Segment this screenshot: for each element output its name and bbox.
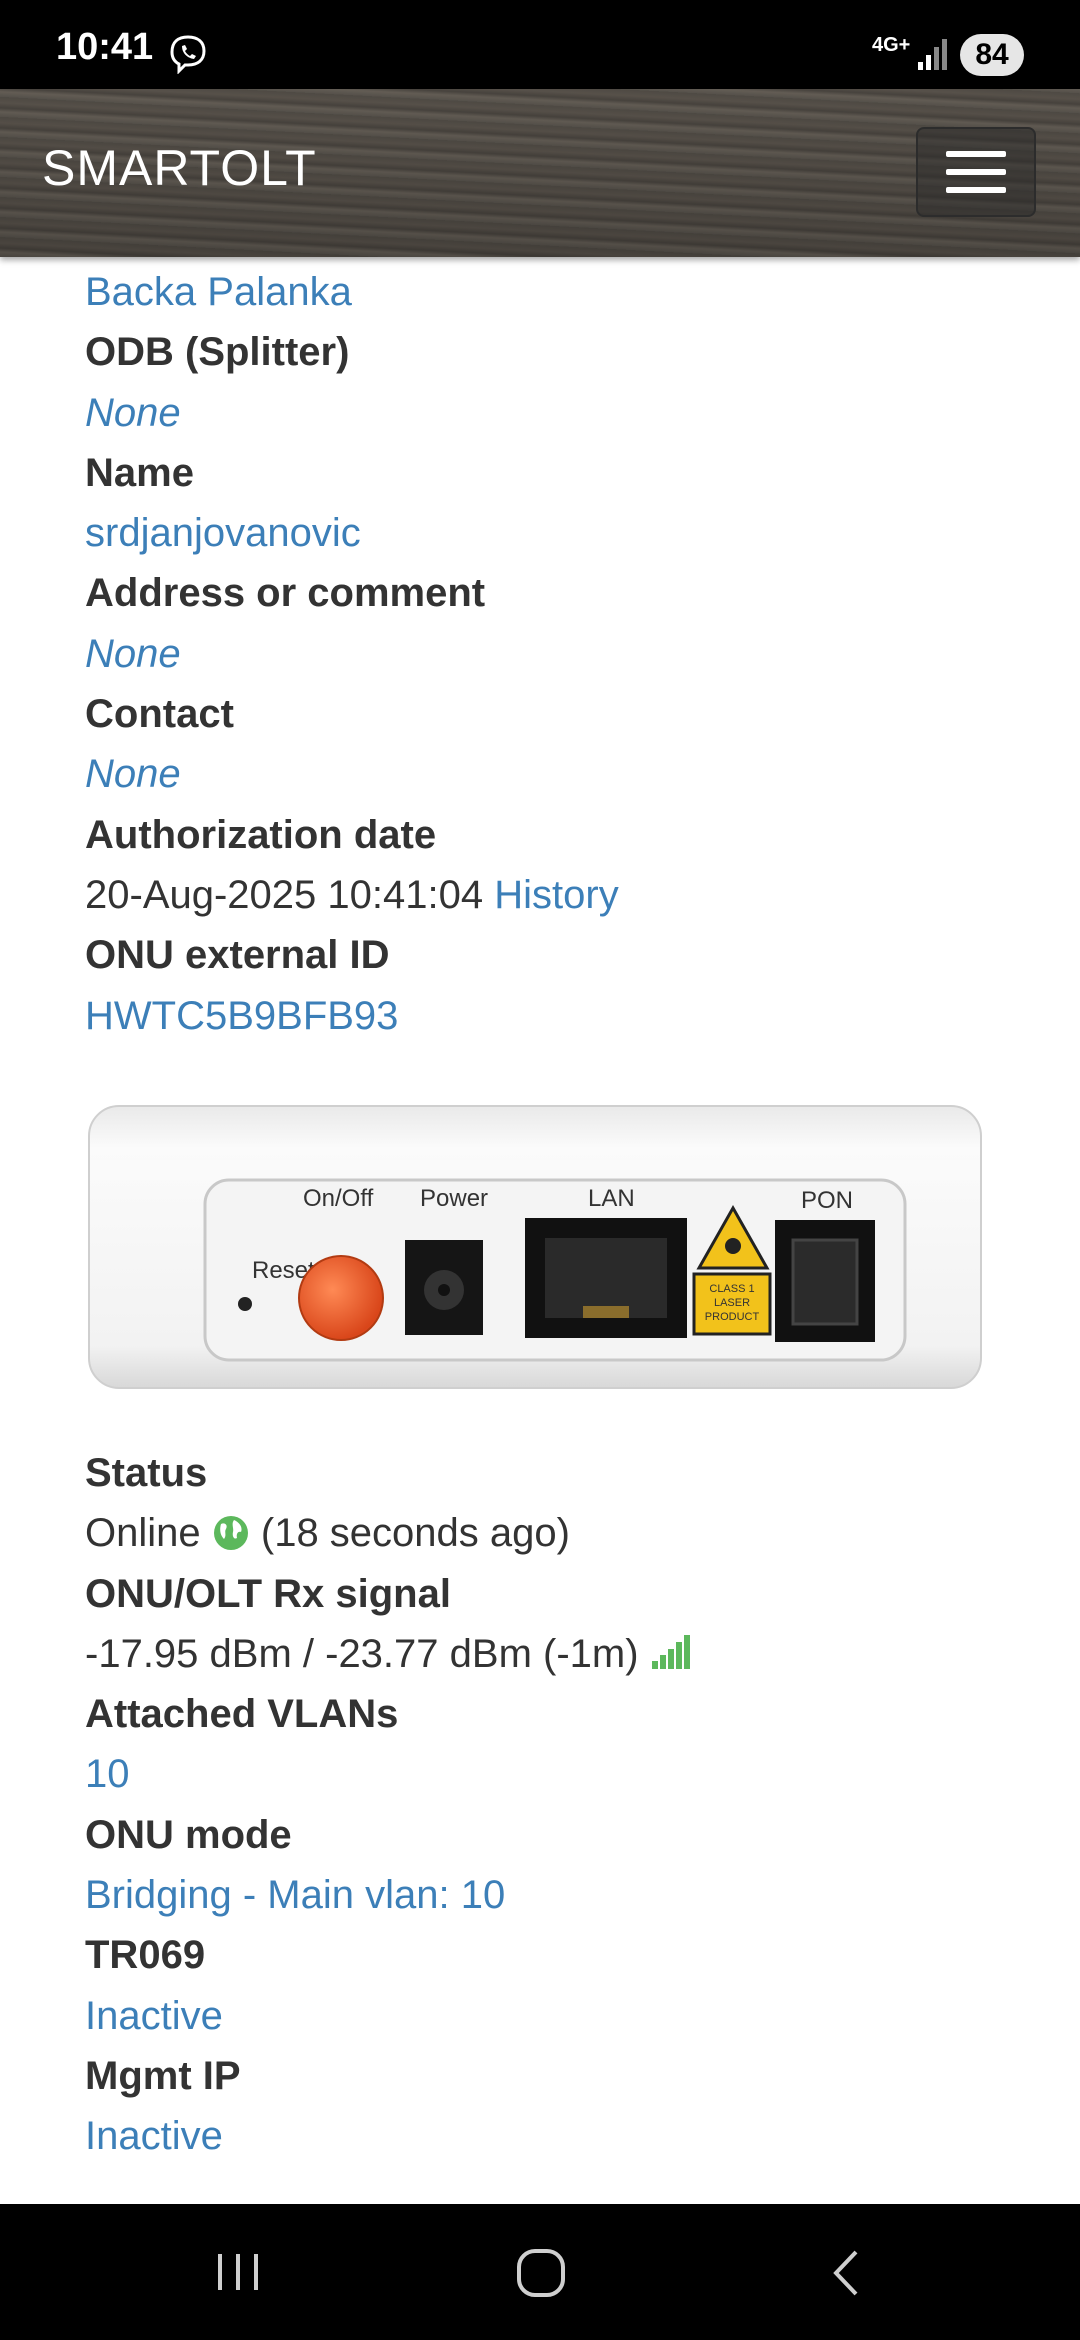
external-id-label: ONU external ID [85, 933, 390, 978]
status-time-ago: (18 seconds ago) [260, 1511, 570, 1556]
battery-level: 84 [960, 34, 1024, 76]
power-port-label: Power [420, 1185, 488, 1212]
hamburger-line [946, 187, 1006, 193]
name-value[interactable]: srdjanjovanovic [85, 503, 1045, 563]
system-navigation-bar [0, 2204, 1080, 2340]
hamburger-line [946, 169, 1006, 175]
signal-icon [918, 39, 947, 70]
onu-device-image: Reset On/Off Power LAN CLASS 1 LASER PRO… [88, 1105, 982, 1389]
address-value[interactable]: None [85, 624, 1045, 684]
network-type: 4G+ [872, 34, 911, 56]
rx-signal-row: -17.95 dBm / -23.77 dBm (-1m) [85, 1624, 1045, 1684]
odb-label: ODB (Splitter) [85, 330, 350, 375]
globe-icon [213, 1516, 248, 1551]
laser-label-line2: LASER [714, 1297, 750, 1309]
address-label: Address or comment [85, 571, 486, 616]
back-button[interactable] [826, 2248, 866, 2298]
name-label: Name [85, 450, 194, 495]
vlans-value[interactable]: 10 [85, 1744, 1045, 1804]
top-navbar: SMARTOLT [0, 89, 1080, 257]
mgmt-ip-value[interactable]: Inactive [85, 2106, 1045, 2166]
onu-details-top: Backa Palanka ODB (Splitter) None Name s… [85, 262, 1045, 1046]
pon-port-label: PON [801, 1187, 853, 1214]
status-label: Status [85, 1451, 208, 1495]
authorization-date-label: Authorization date [85, 812, 437, 857]
onoff-label: On/Off [303, 1185, 374, 1212]
rx-signal-value: -17.95 dBm / -23.77 dBm (-1m) [85, 1631, 639, 1676]
onu-details-bottom: Status Online (18 seconds ago) ONU/OLT R… [85, 1443, 1045, 2167]
odb-value[interactable]: None [85, 383, 1045, 443]
contact-value[interactable]: None [85, 744, 1045, 804]
power-button-shape [298, 1255, 384, 1341]
tr069-label: TR069 [85, 1933, 206, 1978]
hamburger-icon [946, 151, 1006, 157]
contact-label: Contact [85, 692, 234, 737]
reset-hole [238, 1297, 252, 1311]
status-row: Online (18 seconds ago) [85, 1503, 1045, 1563]
status-bar: 10:41 4G+ 84 [0, 0, 1080, 89]
lan-port-label: LAN [588, 1185, 635, 1212]
laser-label-line3: PRODUCT [705, 1311, 760, 1323]
mgmt-ip-label: Mgmt IP [85, 2053, 241, 2098]
zone-link[interactable]: Backa Palanka [85, 262, 1045, 322]
rx-signal-label: ONU/OLT Rx signal [85, 1571, 451, 1616]
status-value: Online [85, 1511, 201, 1556]
tr069-value[interactable]: Inactive [85, 1986, 1045, 2046]
status-time: 10:41 [56, 26, 154, 68]
onu-mode-value[interactable]: Bridging - Main vlan: 10 [85, 1865, 1045, 1925]
home-button[interactable] [516, 2248, 566, 2298]
authorization-date-value: 20-Aug-2025 10:41:04 [85, 872, 484, 917]
history-link[interactable]: History [494, 873, 618, 917]
vlans-label: Attached VLANs [85, 1692, 399, 1737]
onu-mode-label: ONU mode [85, 1812, 292, 1857]
recent-apps-button[interactable] [214, 2252, 264, 2292]
external-id-value[interactable]: HWTC5B9BFB93 [85, 986, 1045, 1046]
laser-label-line1: CLASS 1 [709, 1283, 754, 1295]
viber-icon [170, 35, 206, 74]
hamburger-menu-button[interactable] [916, 127, 1036, 217]
authorization-date-row: 20-Aug-2025 10:41:04 History [85, 865, 1045, 925]
brand-logo[interactable]: SMARTOLT [42, 139, 317, 197]
signal-bars-icon [651, 1634, 690, 1669]
